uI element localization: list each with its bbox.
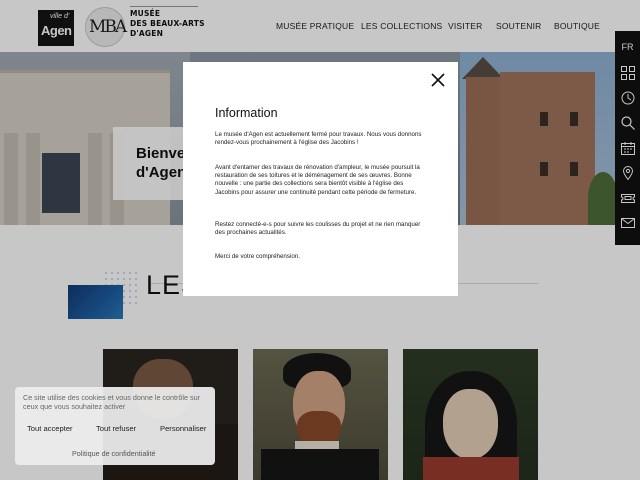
modal-paragraph-4: Merci de votre compréhension. bbox=[215, 253, 300, 260]
cookie-customize-button[interactable]: Personnaliser bbox=[160, 424, 206, 433]
modal-paragraph-2: Avant d'entamer des travaux de rénovatio… bbox=[215, 164, 420, 196]
privacy-policy-link[interactable]: Politique de confidentialité bbox=[72, 449, 156, 458]
close-icon[interactable] bbox=[429, 71, 447, 89]
modal-paragraph-3: Restez connecté-e-s pour suivre les coul… bbox=[215, 221, 421, 237]
cookie-message: Ce site utilise des cookies et vous donn… bbox=[23, 393, 200, 411]
modal-title: Information bbox=[215, 106, 278, 120]
modal-paragraph-1: Le musée d'Agen est actuellement fermé p… bbox=[215, 131, 422, 147]
cookie-accept-button[interactable]: Tout accepter bbox=[27, 424, 73, 433]
cookie-refuse-button[interactable]: Tout refuser bbox=[96, 424, 136, 433]
